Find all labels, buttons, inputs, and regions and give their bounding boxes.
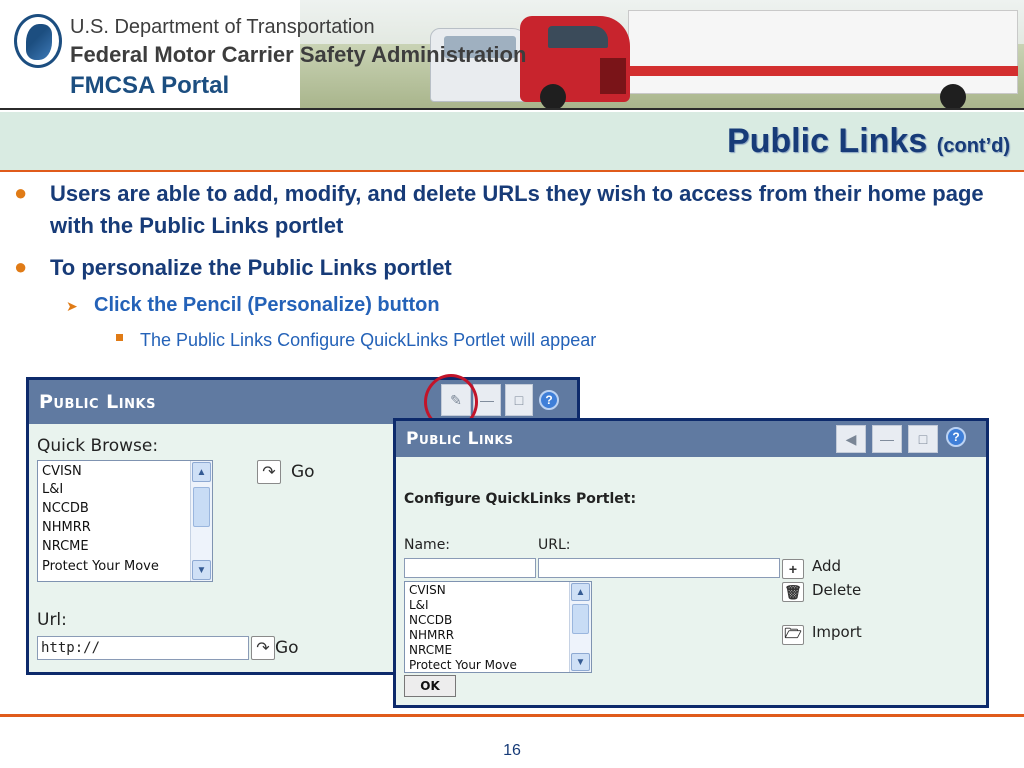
list-item[interactable]: NRCME (42, 539, 89, 554)
url-input[interactable] (538, 558, 780, 578)
list-item[interactable]: CVISN (409, 583, 446, 597)
bullet-2-text: To personalize the Public Links portlet (50, 255, 452, 280)
back-button[interactable]: ◀ (836, 425, 866, 453)
page-number: 16 (503, 742, 521, 759)
agency-name: Federal Motor Carrier Safety Administrat… (70, 42, 527, 67)
help-icon[interactable]: ? (946, 427, 966, 447)
name-input[interactable] (404, 558, 536, 578)
url-label: Url: (37, 610, 67, 630)
portlet-header: Public Links ◀ — □ ? (396, 421, 986, 457)
maximize-button[interactable]: □ (908, 425, 938, 453)
import-button-label[interactable]: Import (812, 623, 862, 641)
url-go-button-label[interactable]: Go (275, 638, 299, 658)
quick-browse-label: Quick Browse: (37, 436, 159, 456)
maximize-button[interactable]: □ (505, 384, 533, 416)
slide-title: Public Links (cont’d) (727, 122, 1010, 161)
list-item[interactable]: CVISN (42, 464, 82, 479)
portlet-title: Public Links (406, 429, 514, 449)
slide-title-main: Public Links (726, 122, 928, 160)
maximize-icon: □ (514, 392, 524, 408)
name-label: Name: (404, 537, 451, 553)
list-item[interactable]: NCCDB (409, 613, 452, 627)
url-input[interactable]: http:// (37, 636, 249, 660)
bullet-dot-icon: ● (14, 180, 28, 205)
add-plus-icon[interactable]: + (782, 559, 804, 579)
listbox-scrollbar[interactable]: ▲ ▼ (569, 582, 591, 672)
sub-sub-bullet-square-icon (116, 334, 123, 341)
ok-button[interactable]: OK (404, 675, 456, 697)
trash-icon[interactable]: 🗑 (782, 582, 804, 602)
portal-name: FMCSA Portal (70, 72, 230, 99)
minimize-button[interactable]: — (872, 425, 902, 453)
agency-department: U.S. Department of Transportation (70, 16, 375, 38)
list-item[interactable]: L&I (42, 482, 63, 497)
add-button-label[interactable]: Add (812, 557, 841, 575)
url-go-arrow-icon[interactable]: ↷ (251, 636, 275, 660)
bullet-dot-icon: ● (14, 254, 28, 279)
banner-trailer-image (628, 10, 1018, 94)
folder-icon[interactable]: 🗁 (782, 625, 804, 645)
bullet-1-text: Users are able to add, modify, and delet… (50, 181, 984, 238)
scroll-up-button[interactable]: ▲ (571, 583, 590, 601)
banner-truck-grille (600, 58, 626, 94)
list-item[interactable]: Protect Your Move (409, 658, 517, 672)
list-item[interactable]: NRCME (409, 643, 452, 657)
banner-trailer-stripe (628, 66, 1018, 76)
go-arrow-icon[interactable]: ↷ (257, 460, 281, 484)
scroll-down-button[interactable]: ▼ (571, 653, 590, 671)
list-item[interactable]: L&I (409, 598, 429, 612)
listbox-scrollbar[interactable]: ▲ ▼ (190, 461, 212, 581)
configure-quicklinks-portlet: Public Links ◀ — □ ? Configure QuickLink… (393, 418, 989, 708)
scroll-up-button[interactable]: ▲ (192, 462, 211, 482)
configure-heading: Configure QuickLinks Portlet: (404, 491, 637, 507)
list-item[interactable]: NCCDB (42, 501, 89, 516)
ok-button-label: OK (420, 679, 440, 693)
slide-title-suffix: (cont’d) (936, 135, 1010, 157)
back-icon: ◀ (845, 430, 857, 447)
quicklinks-listbox[interactable]: CVISN L&I NCCDB NHMRR NRCME Protect Your… (404, 581, 592, 673)
sub-bullet-text: Click the Pencil (Personalize) button (94, 294, 440, 316)
list-item[interactable]: Protect Your Move (42, 559, 159, 574)
sub-sub-bullet-text: The Public Links Configure QuickLinks Po… (140, 330, 597, 350)
minimize-icon: — (880, 431, 894, 447)
delete-button-label[interactable]: Delete (812, 581, 861, 599)
banner-truck-window (548, 26, 608, 48)
maximize-icon: □ (918, 431, 928, 447)
list-item[interactable]: NHMRR (409, 628, 454, 642)
list-item[interactable]: NHMRR (42, 520, 91, 535)
url-label: URL: (538, 537, 571, 553)
quick-browse-listbox[interactable]: CVISN L&I NCCDB NHMRR NRCME Protect Your… (37, 460, 213, 582)
portlet-title: Public Links (39, 391, 156, 413)
dot-logo-mark (26, 24, 52, 60)
scroll-thumb[interactable] (572, 604, 589, 634)
go-button-label[interactable]: Go (291, 462, 315, 482)
header-banner: U.S. Department of Transportation Federa… (0, 0, 1024, 110)
scroll-down-button[interactable]: ▼ (192, 560, 211, 580)
banner-trailer-wheel (940, 84, 966, 108)
scroll-thumb[interactable] (193, 487, 210, 527)
footer-divider (0, 714, 1024, 717)
help-icon[interactable]: ? (539, 390, 559, 410)
banner-truck-wheel (540, 84, 566, 108)
sub-bullet-arrow-icon: ➤ (66, 298, 78, 314)
slide: U.S. Department of Transportation Federa… (0, 0, 1024, 768)
